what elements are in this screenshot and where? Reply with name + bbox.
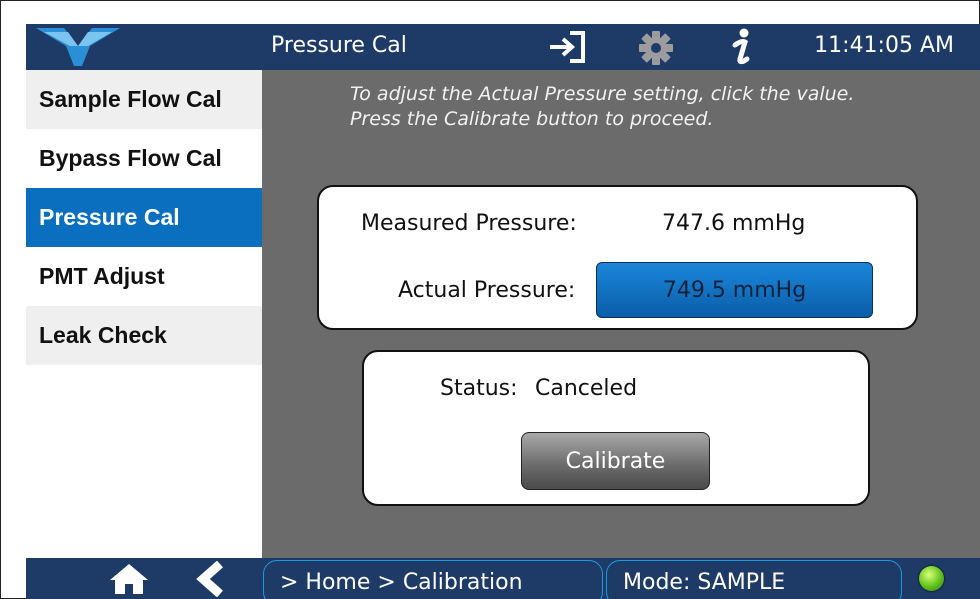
calibrate-button[interactable]: Calibrate bbox=[521, 432, 710, 490]
mode-display: Mode: SAMPLE bbox=[606, 560, 902, 599]
sign-in-icon[interactable] bbox=[548, 30, 588, 64]
back-icon[interactable] bbox=[194, 561, 228, 597]
breadcrumb[interactable]: > Home > Calibration bbox=[263, 560, 603, 599]
teledyne-logo bbox=[36, 28, 120, 66]
header-bar: Pressure Cal 11:41:05 AM bbox=[26, 24, 980, 70]
sidebar-item-sample-flow-cal[interactable]: Sample Flow Cal bbox=[26, 70, 262, 129]
page-title: Pressure Cal bbox=[271, 33, 407, 58]
pressure-panel: Measured Pressure: 747.6 mmHg Actual Pre… bbox=[317, 185, 918, 330]
touchscreen: Pressure Cal 11:41:05 AM Sample Flow Cal bbox=[26, 24, 980, 599]
actual-pressure-label: Actual Pressure: bbox=[398, 278, 576, 303]
footer-bar: > Home > Calibration Mode: SAMPLE bbox=[26, 558, 980, 599]
clock: 11:41:05 AM bbox=[814, 33, 954, 58]
instructions-line-1: To adjust the Actual Pressure setting, c… bbox=[350, 83, 855, 105]
status-led-icon bbox=[919, 566, 944, 591]
measured-pressure-value: 747.6 mmHg bbox=[662, 211, 806, 236]
status-label: Status: bbox=[440, 376, 518, 401]
instructions-line-2: Press the Calibrate button to proceed. bbox=[350, 108, 714, 130]
status-panel: Status: Canceled Calibrate bbox=[362, 350, 870, 506]
measured-pressure-label: Measured Pressure: bbox=[361, 211, 577, 236]
sidebar: Sample Flow Cal Bypass Flow Cal Pressure… bbox=[26, 70, 262, 558]
instructions-text: To adjust the Actual Pressure setting, c… bbox=[350, 82, 854, 132]
home-icon[interactable] bbox=[109, 563, 149, 595]
status-value: Canceled bbox=[535, 376, 638, 401]
gear-icon[interactable] bbox=[638, 30, 674, 66]
sidebar-item-bypass-flow-cal[interactable]: Bypass Flow Cal bbox=[26, 129, 262, 188]
actual-pressure-button[interactable]: 749.5 mmHg bbox=[596, 262, 873, 318]
sidebar-item-pmt-adjust[interactable]: PMT Adjust bbox=[26, 247, 262, 306]
sidebar-item-leak-check[interactable]: Leak Check bbox=[26, 306, 262, 365]
info-icon[interactable] bbox=[730, 28, 754, 68]
sidebar-item-pressure-cal[interactable]: Pressure Cal bbox=[26, 188, 262, 247]
